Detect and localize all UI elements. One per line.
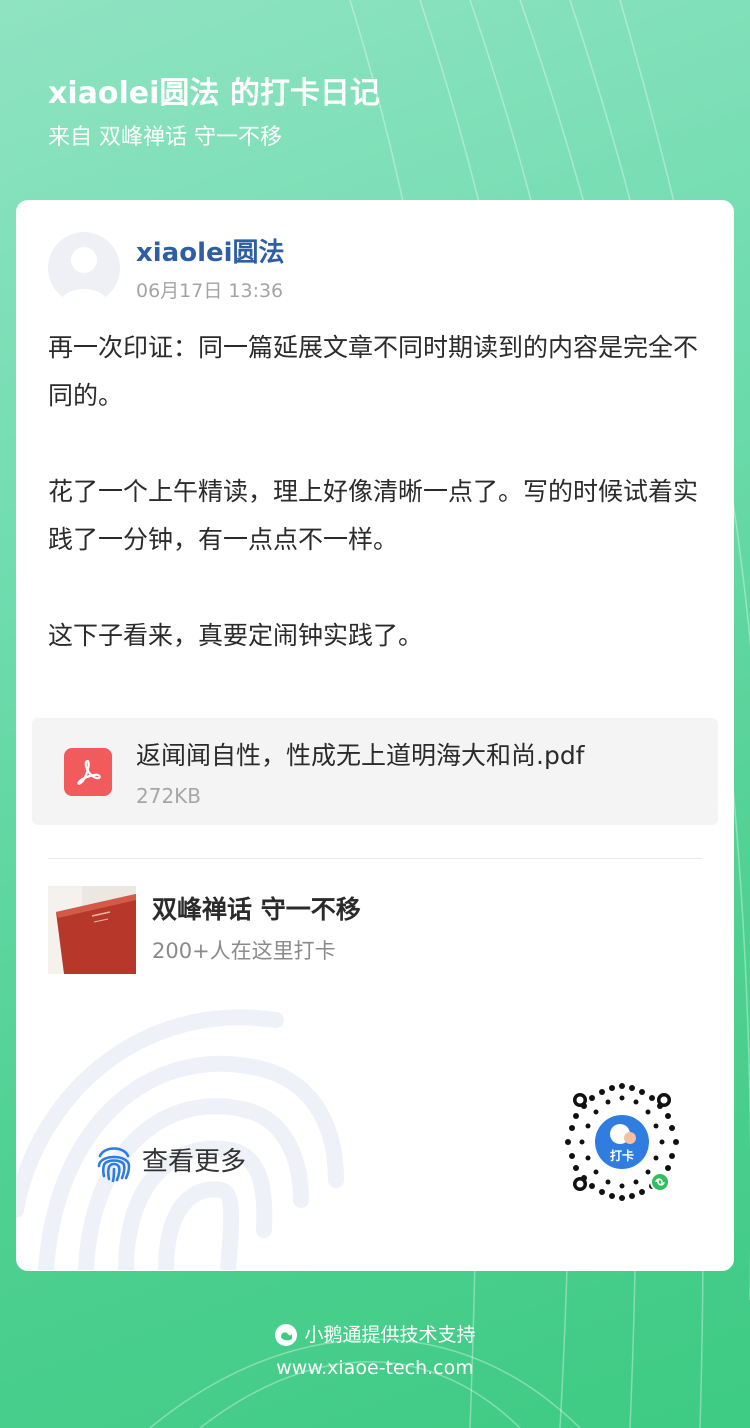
- attachment-size: 272KB: [136, 784, 202, 808]
- mini-program-qr-code[interactable]: 打卡: [560, 1080, 684, 1204]
- footer-provider: 小鹅通提供技术支持: [304, 1324, 476, 1346]
- attachment-name: 返闻闻自性，性成无上道明海大和尚.pdf: [136, 741, 585, 770]
- avatar[interactable]: [48, 232, 120, 304]
- page-title: xiaolei圆法 的打卡日记: [48, 76, 380, 111]
- footer: 小鹅通提供技术支持 www.xiaoe-tech.com: [0, 1320, 750, 1383]
- camp-cover-image[interactable]: [48, 886, 136, 974]
- pdf-attachment[interactable]: 返闻闻自性，性成无上道明海大和尚.pdf 272KB: [32, 718, 718, 825]
- view-more-button[interactable]: 查看更多: [96, 1140, 246, 1184]
- qr-badge-text: 打卡: [610, 1148, 634, 1163]
- post-content: 再一次印证：同一篇延展文章不同时期读到的内容是完全不同的。 花了一个上午精读，理…: [48, 324, 708, 660]
- diary-card: xiaolei圆法 06月17日 13:36 再一次印证：同一篇延展文章不同时期…: [16, 200, 734, 1271]
- pdf-icon: [64, 748, 112, 796]
- post-paragraph: 这下子看来，真要定闹钟实践了。: [48, 621, 424, 650]
- camp-checkin-count: 200+人在这里打卡: [152, 939, 336, 963]
- post-time: 06月17日 13:36: [136, 280, 284, 302]
- fingerprint-icon: [97, 1147, 131, 1182]
- footer-url[interactable]: www.xiaoe-tech.com: [0, 1353, 750, 1383]
- post-paragraph: 花了一个上午精读，理上好像清晰一点了。写的时候试着实践了一分钟，有一点点不一样。: [48, 477, 699, 554]
- camp-name[interactable]: 双峰禅话 守一不移: [152, 892, 361, 928]
- view-more-label: 查看更多: [142, 1147, 247, 1177]
- post-paragraph: 再一次印证：同一篇延展文章不同时期读到的内容是完全不同的。: [48, 333, 699, 410]
- fingerprint-watermark: [16, 1009, 344, 1270]
- page-subtitle: 来自 双峰禅话 守一不移: [48, 125, 282, 150]
- author-name[interactable]: xiaolei圆法: [136, 236, 285, 270]
- divider: [48, 858, 702, 859]
- xiaoe-logo-icon: [275, 1324, 298, 1346]
